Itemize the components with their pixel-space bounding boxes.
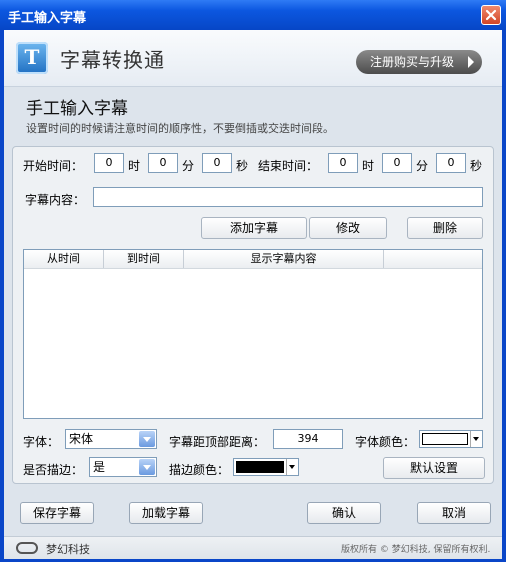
outline-select-value: 是 bbox=[93, 460, 106, 474]
app-logo-icon: T bbox=[16, 42, 48, 74]
start-time-label: 开始时间： bbox=[23, 159, 84, 173]
content-input[interactable] bbox=[93, 187, 483, 207]
company-logo-icon bbox=[16, 542, 38, 554]
window-title: 手工输入字幕 bbox=[8, 11, 87, 26]
outline-color-label: 描边颜色： bbox=[169, 463, 230, 477]
font-color-label: 字体颜色： bbox=[355, 435, 416, 449]
upgrade-label: 注册购买与升级 bbox=[370, 55, 455, 69]
logo-letter: T bbox=[24, 45, 40, 69]
outline-label: 是否描边： bbox=[23, 463, 84, 477]
page-hint: 设置时间的时候请注意时间的顺序性，不要倒插或交迭时间段。 bbox=[26, 122, 334, 135]
content-label: 字幕内容： bbox=[25, 193, 86, 207]
top-distance-label: 字幕距顶部距离： bbox=[169, 435, 266, 449]
font-color-picker[interactable] bbox=[419, 430, 483, 448]
modify-button[interactable]: 修改 bbox=[309, 217, 387, 239]
app-name: 字幕转换通 bbox=[60, 48, 165, 72]
chevron-down-icon[interactable] bbox=[286, 459, 298, 475]
chevron-down-icon[interactable] bbox=[470, 431, 482, 447]
load-subtitle-button[interactable]: 加载字幕 bbox=[129, 502, 203, 524]
banner: T 字幕转换通 注册购买与升级 bbox=[4, 30, 502, 87]
start-minute-unit: 分 bbox=[182, 159, 195, 173]
subtitle-panel: 开始时间： 0 时 0 分 0 秒 结束时间： 0 时 0 分 0 秒 字幕内容… bbox=[12, 146, 494, 484]
ok-button[interactable]: 确认 bbox=[307, 502, 381, 524]
start-hour-unit: 时 bbox=[128, 159, 141, 173]
font-select-value: 宋体 bbox=[69, 432, 94, 446]
footer-copyright: 版权所有 © 梦幻科技, 保留所有权利. bbox=[341, 545, 491, 555]
add-subtitle-button[interactable]: 添加字幕 bbox=[201, 217, 307, 239]
chevron-down-icon[interactable] bbox=[139, 459, 155, 475]
column-header-to[interactable]: 到时间 bbox=[104, 250, 184, 268]
end-second-unit: 秒 bbox=[470, 159, 483, 173]
end-minute-input[interactable]: 0 bbox=[382, 153, 412, 173]
column-header-from[interactable]: 从时间 bbox=[24, 250, 104, 268]
upgrade-button[interactable]: 注册购买与升级 bbox=[356, 50, 482, 74]
column-header-content[interactable]: 显示字幕内容 bbox=[184, 250, 384, 268]
end-second-input[interactable]: 0 bbox=[436, 153, 466, 173]
dialog-client: T 字幕转换通 注册购买与升级 手工输入字幕 设置时间的时候请注意时间的顺序性，… bbox=[4, 30, 502, 559]
font-color-swatch bbox=[422, 433, 468, 445]
outline-select[interactable]: 是 bbox=[89, 457, 157, 477]
start-second-unit: 秒 bbox=[236, 159, 249, 173]
chevron-down-icon[interactable] bbox=[139, 431, 155, 447]
delete-button[interactable]: 删除 bbox=[407, 217, 483, 239]
default-settings-button[interactable]: 默认设置 bbox=[383, 457, 485, 479]
subtitle-list[interactable]: 从时间 到时间 显示字幕内容 bbox=[23, 249, 483, 419]
end-hour-input[interactable]: 0 bbox=[328, 153, 358, 173]
start-hour-input[interactable]: 0 bbox=[94, 153, 124, 173]
outline-color-picker[interactable] bbox=[233, 458, 299, 476]
footer-company: 梦幻科技 bbox=[46, 543, 90, 556]
page-title: 手工输入字幕 bbox=[26, 99, 128, 119]
start-minute-input[interactable]: 0 bbox=[148, 153, 178, 173]
close-icon bbox=[485, 9, 497, 21]
save-subtitle-button[interactable]: 保存字幕 bbox=[20, 502, 94, 524]
outline-color-swatch bbox=[236, 461, 284, 473]
close-button[interactable] bbox=[481, 5, 501, 25]
list-header: 从时间 到时间 显示字幕内容 bbox=[24, 250, 482, 269]
arrow-right-icon bbox=[468, 56, 474, 68]
cancel-button[interactable]: 取消 bbox=[417, 502, 491, 524]
end-minute-unit: 分 bbox=[416, 159, 429, 173]
title-bar[interactable]: 手工输入字幕 bbox=[0, 0, 506, 30]
font-select[interactable]: 宋体 bbox=[65, 429, 157, 449]
top-distance-input[interactable]: 394 bbox=[273, 429, 343, 449]
footer: 梦幻科技 版权所有 © 梦幻科技, 保留所有权利. bbox=[4, 536, 502, 559]
font-label: 字体： bbox=[23, 435, 60, 449]
dialog-window: 手工输入字幕 T 字幕转换通 注册购买与升级 手工输入字幕 设置时间的时候请注意… bbox=[0, 0, 506, 562]
start-second-input[interactable]: 0 bbox=[202, 153, 232, 173]
end-time-label: 结束时间： bbox=[258, 159, 319, 173]
end-hour-unit: 时 bbox=[362, 159, 375, 173]
